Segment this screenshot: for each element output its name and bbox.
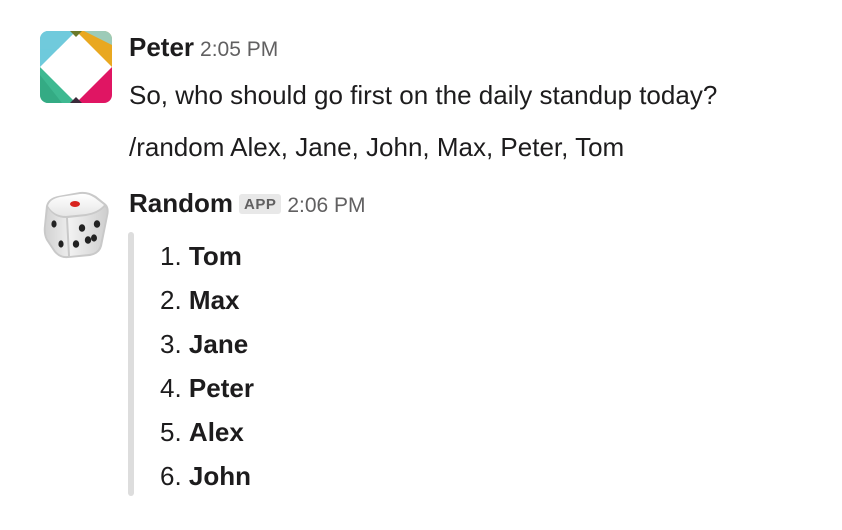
list-item: 2. Max: [160, 282, 254, 326]
list-name: Max: [188, 285, 240, 315]
avatar-peter[interactable]: [40, 31, 112, 103]
sender-name[interactable]: Random: [129, 188, 233, 218]
message-header: Random APP 2:06 PM: [129, 188, 366, 219]
list-number: 2.: [160, 285, 182, 315]
list-number: 5.: [160, 417, 182, 447]
message-header: Peter 2:05 PM: [129, 32, 278, 63]
list-item: 3. Jane: [160, 326, 254, 370]
list-name: Peter: [188, 373, 254, 403]
app-badge: APP: [239, 194, 282, 214]
random-order-list: 1. Tom 2. Max 3. Jane 4. Peter 5. Alex 6…: [160, 238, 254, 502]
list-name: Alex: [188, 417, 244, 447]
slack-logo-icon: [40, 31, 112, 103]
list-number: 6.: [160, 461, 182, 491]
timestamp[interactable]: 2:05 PM: [200, 38, 278, 61]
list-item: 4. Peter: [160, 370, 254, 414]
slash-command-text: /random Alex, Jane, John, Max, Peter, To…: [129, 132, 625, 162]
attachment-bar: [128, 232, 134, 496]
list-item: 6. John: [160, 458, 254, 502]
sender-name[interactable]: Peter: [129, 32, 194, 62]
message-text: So, who should go first on the daily sta…: [129, 80, 718, 110]
list-item: 5. Alex: [160, 414, 254, 458]
message-attachment: 1. Tom 2. Max 3. Jane 4. Peter 5. Alex 6…: [128, 232, 728, 496]
avatar-random[interactable]: [40, 188, 112, 260]
list-number: 4.: [160, 373, 182, 403]
list-number: 1.: [160, 241, 182, 271]
list-name: Tom: [188, 241, 242, 271]
timestamp[interactable]: 2:06 PM: [287, 194, 365, 217]
dice-icon: [43, 191, 109, 259]
list-number: 3.: [160, 329, 182, 359]
list-name: Jane: [188, 329, 249, 359]
list-item: 1. Tom: [160, 238, 254, 282]
list-name: John: [188, 461, 252, 491]
